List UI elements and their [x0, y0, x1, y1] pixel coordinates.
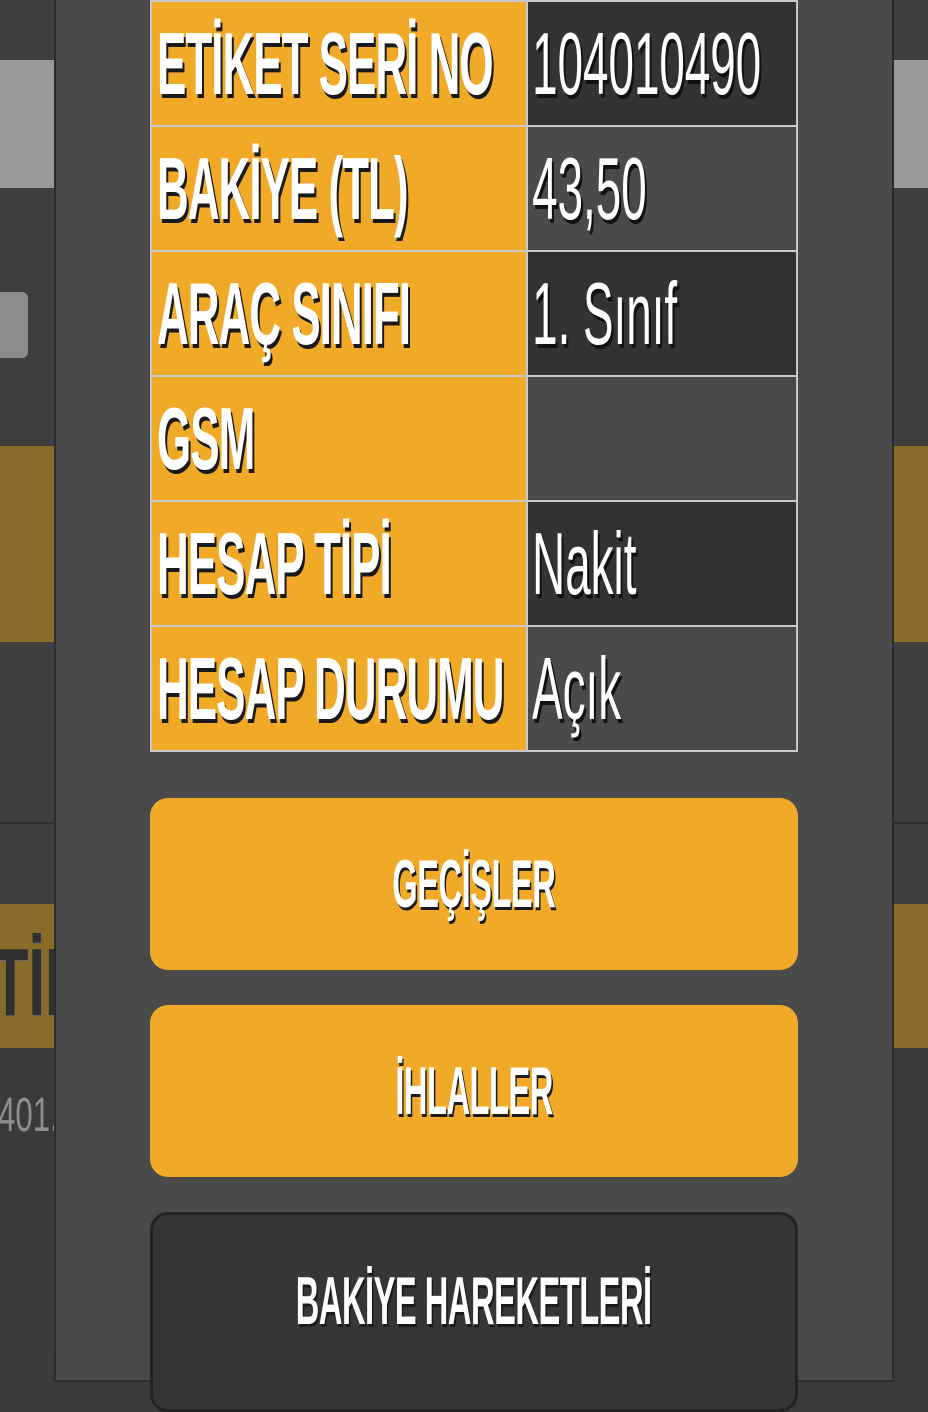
- value-cell: 43,50: [526, 125, 798, 252]
- row-label: HESAP DURUMU: [157, 638, 505, 738]
- value-cell: 1. Sınıf: [526, 250, 798, 377]
- table-row: ARAÇ SINIFI 1. Sınıf: [150, 250, 798, 377]
- value-cell: 104010490: [526, 0, 798, 127]
- label-cell: GSM: [150, 375, 528, 502]
- row-label: ETİKET SERİ NO: [157, 13, 494, 113]
- label-cell: ARAÇ SINIFI: [150, 250, 528, 377]
- table-row: HESAP TİPİ Nakit: [150, 500, 798, 627]
- table-row: BAKİYE (TL) 43,50: [150, 125, 798, 252]
- balance-history-button[interactable]: BAKİYE HAREKETLERİ: [150, 1212, 798, 1412]
- violations-button-label: İHLALLER: [395, 1053, 553, 1129]
- table-row: HESAP DURUMU Açık: [150, 625, 798, 752]
- violations-button[interactable]: İHLALLER: [150, 1005, 798, 1177]
- passes-button-label: GEÇİŞLER: [392, 846, 556, 922]
- value-cell: Açık: [526, 625, 798, 752]
- background-toggle: [0, 292, 28, 358]
- row-label: BAKİYE (TL): [157, 138, 409, 238]
- tag-info-table: ETİKET SERİ NO 104010490 BAKİYE (TL) 43,…: [150, 0, 798, 752]
- label-cell: BAKİYE (TL): [150, 125, 528, 252]
- table-row: GSM: [150, 375, 798, 502]
- label-cell: HESAP DURUMU: [150, 625, 528, 752]
- tag-serial-value: 104010490: [532, 13, 762, 113]
- row-label: GSM: [157, 388, 255, 488]
- balance-value: 43,50: [532, 138, 647, 238]
- passes-button[interactable]: GEÇİŞLER: [150, 798, 798, 970]
- account-type-value: Nakit: [532, 513, 637, 613]
- row-label: ARAÇ SINIFI: [157, 263, 411, 363]
- vehicle-class-value: 1. Sınıf: [532, 263, 678, 363]
- balance-history-button-label: BAKİYE HAREKETLERİ: [296, 1263, 652, 1339]
- row-label: HESAP TİPİ: [157, 513, 392, 613]
- label-cell: HESAP TİPİ: [150, 500, 528, 627]
- account-status-value: Açık: [532, 638, 622, 738]
- value-cell: Nakit: [526, 500, 798, 627]
- table-row: ETİKET SERİ NO 104010490: [150, 0, 798, 127]
- value-cell: [526, 375, 798, 502]
- label-cell: ETİKET SERİ NO: [150, 0, 528, 127]
